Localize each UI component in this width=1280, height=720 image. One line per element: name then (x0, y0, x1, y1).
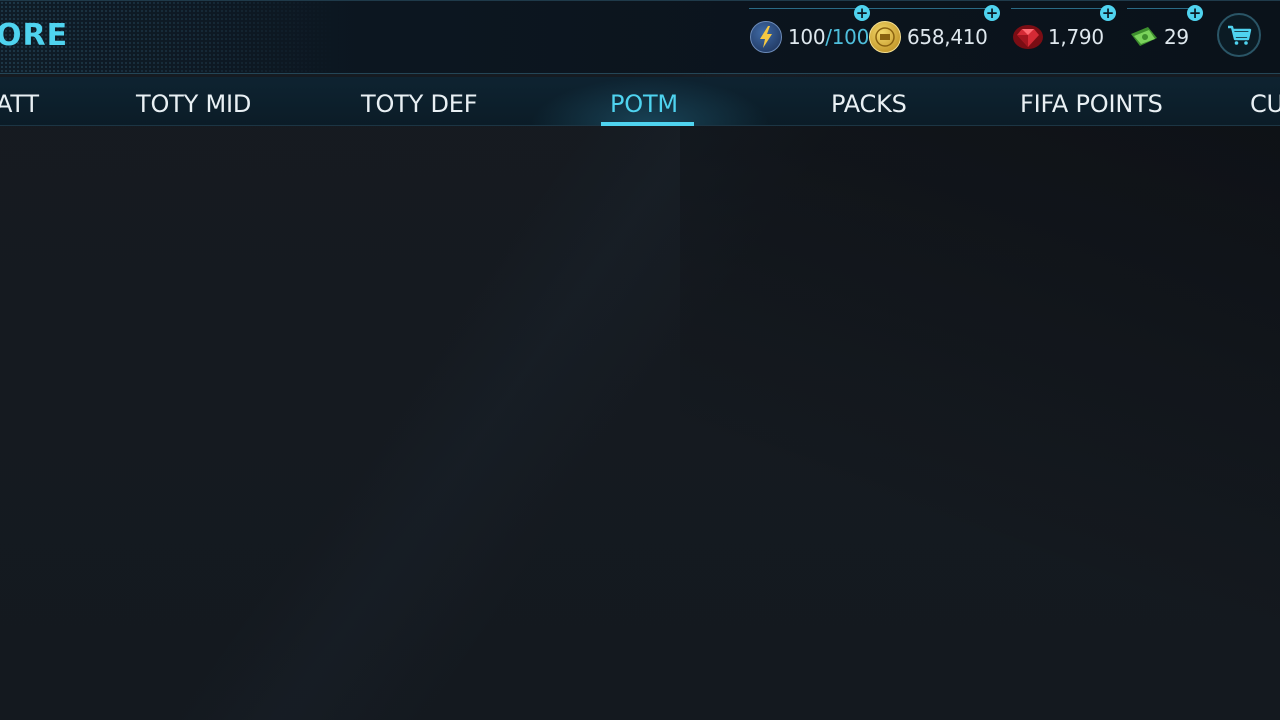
cart-icon (1228, 25, 1252, 45)
cash-counter: 29 (1128, 21, 1189, 53)
active-tab-indicator (601, 122, 694, 126)
cash-icon (1128, 22, 1158, 52)
add-energy-button[interactable]: + (854, 5, 870, 21)
energy-counter: 100/100 (750, 21, 869, 53)
energy-value: 100 (788, 25, 826, 49)
page-title: ORE (0, 18, 69, 53)
gem-counter: 1,790 (1012, 21, 1104, 53)
coin-value: 658,410 (907, 25, 988, 49)
gem-icon (1012, 22, 1043, 52)
tab-potm[interactable]: POTM (610, 77, 678, 125)
currency-divider (749, 8, 859, 9)
add-coins-button[interactable]: + (984, 5, 1000, 21)
currency-divider (1127, 8, 1193, 9)
tab-fifa-points[interactable]: FIFA POINTS (1020, 77, 1163, 125)
coin-icon (869, 21, 901, 53)
currency-divider (1011, 8, 1105, 9)
energy-max: /100 (825, 25, 869, 49)
tab-toty-mid[interactable]: TOTY MID (136, 77, 251, 125)
add-cash-button[interactable]: + (1187, 5, 1203, 21)
background-shade (680, 124, 1280, 720)
top-bar: ORE + + + + 100/100 658,410 1,790 29 (0, 0, 1280, 74)
shop-cart-button[interactable] (1217, 13, 1261, 57)
tab-cu[interactable]: CU (1250, 77, 1280, 125)
cash-value: 29 (1164, 25, 1189, 49)
store-tab-bar: ATT TOTY MID TOTY DEF POTM PACKS FIFA PO… (0, 77, 1280, 126)
currency-divider (866, 8, 988, 9)
tab-toty-att[interactable]: ATT (0, 77, 39, 125)
coin-counter: 658,410 (869, 21, 988, 53)
gem-value: 1,790 (1048, 25, 1104, 49)
tab-packs[interactable]: PACKS (831, 77, 907, 125)
tab-toty-def[interactable]: TOTY DEF (361, 77, 478, 125)
add-gems-button[interactable]: + (1100, 5, 1116, 21)
energy-icon (750, 21, 782, 53)
